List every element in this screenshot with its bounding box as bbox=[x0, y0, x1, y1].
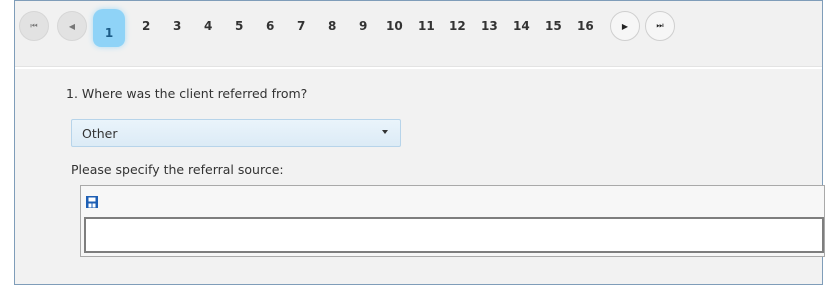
first-page-icon: ⏮ bbox=[30, 21, 38, 30]
page-15-button[interactable]: 15 bbox=[545, 19, 562, 33]
question-label: 1. Where was the client referred from? bbox=[66, 86, 308, 101]
prev-page-button[interactable]: ◀ bbox=[57, 11, 87, 41]
save-icon[interactable] bbox=[86, 193, 98, 208]
prev-page-icon: ◀ bbox=[68, 21, 76, 31]
survey-frame: ⏮ ◀ 1 2 3 4 5 6 7 8 9 10 11 12 13 14 15 … bbox=[14, 0, 825, 285]
page-12-button[interactable]: 12 bbox=[449, 19, 466, 33]
page-navigator: ⏮ ◀ 1 2 3 4 5 6 7 8 9 10 11 12 13 14 15 … bbox=[15, 1, 822, 67]
page-9-button[interactable]: 9 bbox=[359, 19, 367, 33]
next-page-icon: ▶ bbox=[621, 21, 629, 31]
page-7-button[interactable]: 7 bbox=[297, 19, 305, 33]
header-divider bbox=[15, 67, 822, 69]
last-page-icon: ⏭ bbox=[656, 21, 664, 30]
page-5-button[interactable]: 5 bbox=[235, 19, 243, 33]
last-page-button[interactable]: ⏭ bbox=[645, 11, 675, 41]
first-page-button[interactable]: ⏮ bbox=[19, 11, 49, 41]
page-10-button[interactable]: 10 bbox=[386, 19, 403, 33]
referral-source-input[interactable] bbox=[84, 217, 824, 253]
referral-select[interactable]: Other bbox=[71, 119, 401, 147]
specify-label: Please specify the referral source: bbox=[71, 162, 284, 177]
page-13-button[interactable]: 13 bbox=[481, 19, 498, 33]
next-page-button[interactable]: ▶ bbox=[610, 11, 640, 41]
page-4-button[interactable]: 4 bbox=[204, 19, 212, 33]
page-2-button[interactable]: 2 bbox=[142, 19, 150, 33]
referral-source-editor bbox=[80, 185, 825, 257]
page-1-button-current[interactable]: 1 bbox=[93, 9, 125, 47]
dropdown-arrow-icon[interactable] bbox=[382, 130, 388, 134]
page-6-button[interactable]: 6 bbox=[266, 19, 274, 33]
current-page-label: 1 bbox=[104, 26, 114, 40]
page-8-button[interactable]: 8 bbox=[328, 19, 336, 33]
page-14-button[interactable]: 14 bbox=[513, 19, 530, 33]
page-16-button[interactable]: 16 bbox=[577, 19, 594, 33]
page-11-button[interactable]: 11 bbox=[418, 19, 435, 33]
page-3-button[interactable]: 3 bbox=[173, 19, 181, 33]
referral-select-value: Other bbox=[82, 125, 118, 141]
